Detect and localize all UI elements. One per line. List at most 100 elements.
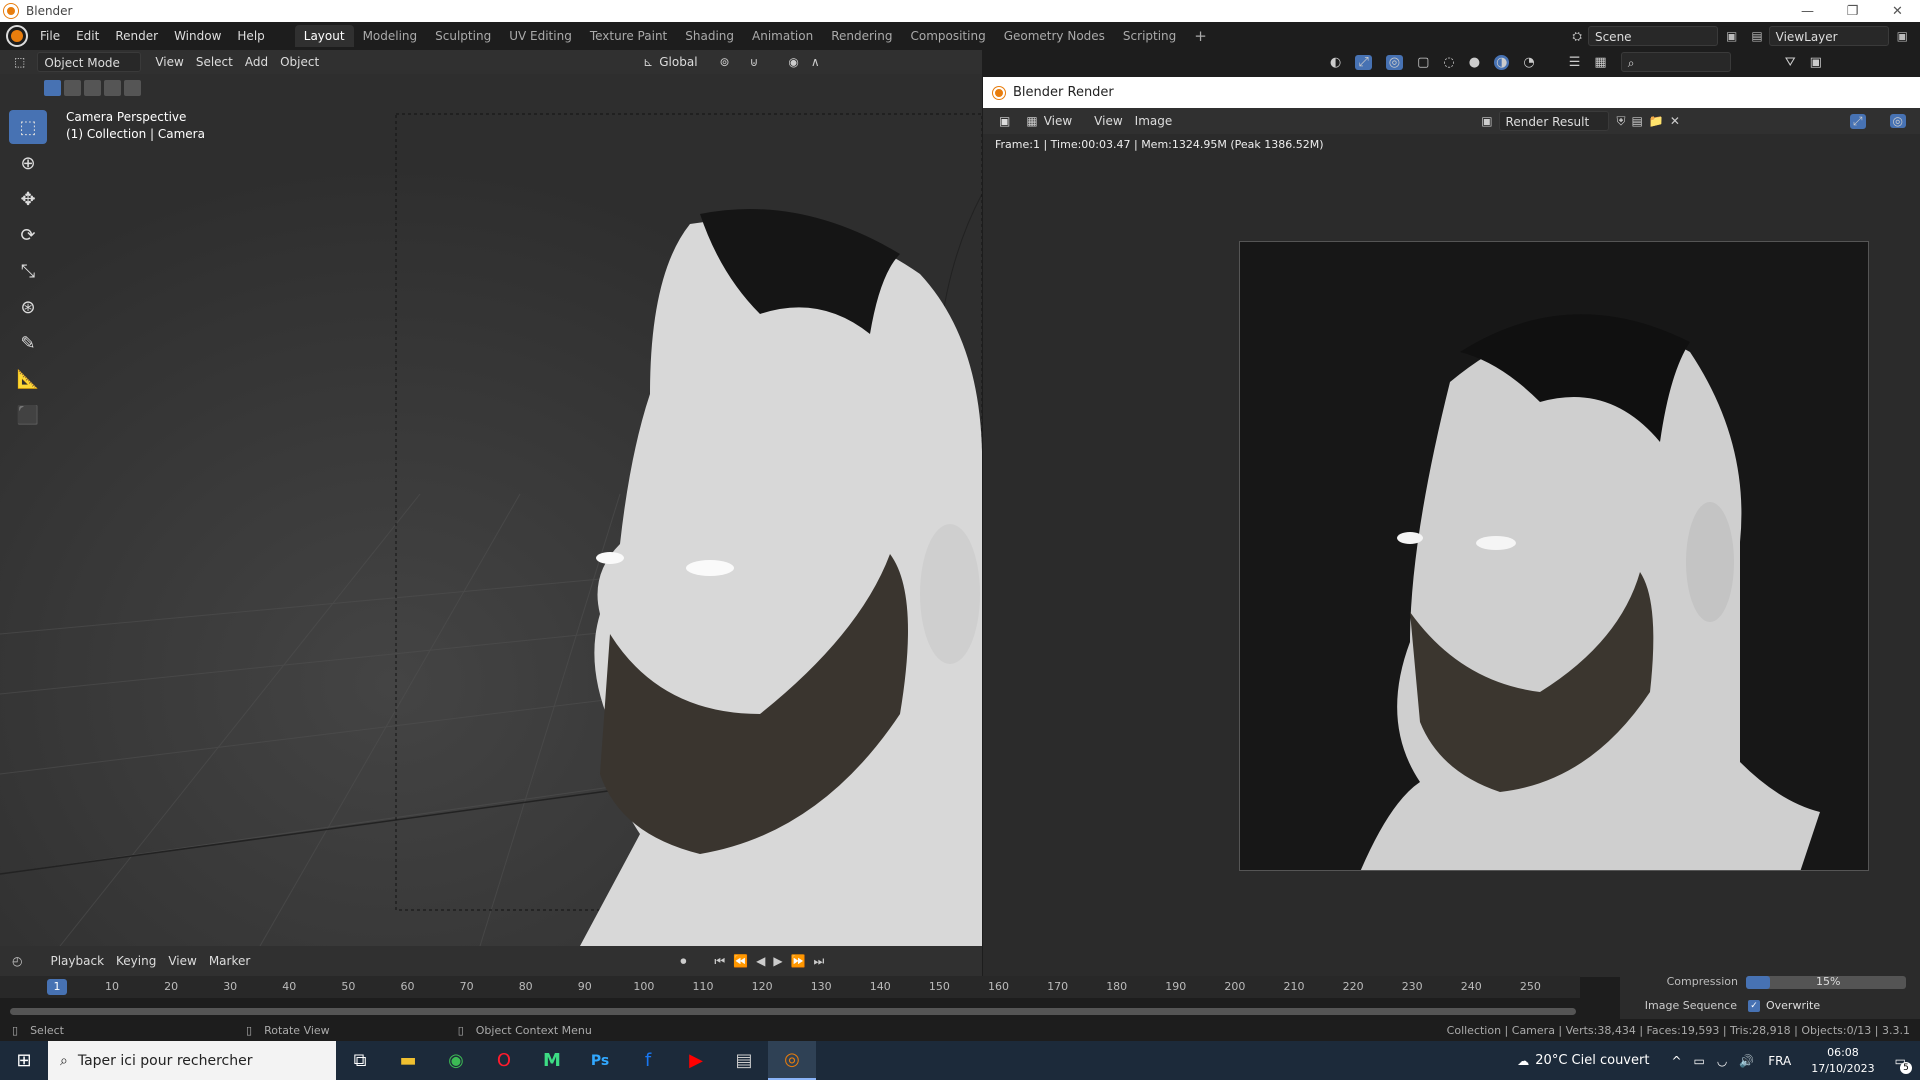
next-keyframe-icon[interactable]: ⏩ — [791, 954, 806, 968]
image-editor-type-icon[interactable]: ▣ — [993, 111, 1016, 131]
taskbar-clock[interactable]: 06:08 17/10/2023 — [1811, 1045, 1874, 1077]
filter-icon[interactable]: ⛛ — [1785, 55, 1796, 70]
volume-icon[interactable]: 🔊 — [1739, 1054, 1754, 1068]
render-result-selector[interactable]: Render Result — [1498, 111, 1609, 131]
timeline-scrollbar[interactable] — [10, 1008, 1576, 1015]
wireframe-shading-icon[interactable]: ◌ — [1443, 55, 1454, 70]
taskbar-weather[interactable]: 20°C Ciel couvert — [1535, 1053, 1649, 1068]
menu-select[interactable]: Select — [190, 52, 239, 72]
app-icon[interactable]: ▤ — [720, 1041, 768, 1080]
timeline-ruler[interactable]: 1 10 20 30 40 50 60 70 80 90 100 110 120 130 140 150 16… — [0, 976, 1580, 998]
display-mode-dropdown-icon[interactable]: ▦ — [1026, 114, 1037, 128]
object-mode-dropdown[interactable]: Object Mode — [37, 52, 142, 72]
menu-render[interactable]: Render — [107, 22, 166, 50]
scale-tool-icon[interactable]: ⤡ — [9, 254, 47, 288]
tab-animation[interactable]: Animation — [743, 25, 822, 47]
3d-viewport[interactable]: Camera Perspective (1) Collection | Came… — [0, 74, 982, 946]
menu-object[interactable]: Object — [274, 52, 325, 72]
timeline-editor-icon[interactable]: ◴ — [12, 954, 22, 968]
tab-sculpting[interactable]: Sculpting — [426, 25, 500, 47]
menu-help[interactable]: Help — [229, 22, 272, 50]
select-invert-icon[interactable] — [104, 80, 121, 96]
menu-add[interactable]: Add — [239, 52, 274, 72]
material-shading-icon[interactable]: ◑ — [1494, 54, 1510, 70]
tab-layout[interactable]: Layout — [294, 25, 354, 47]
jump-start-icon[interactable]: ⏮ — [714, 954, 725, 969]
file-explorer-icon[interactable]: ▬ — [384, 1041, 432, 1080]
overwrite-checkbox[interactable]: ✓ — [1748, 1000, 1760, 1012]
prev-keyframe-icon[interactable]: ⏪ — [733, 954, 748, 968]
transform-orientation-dropdown[interactable]: Global — [653, 52, 703, 72]
outliner-filter-icon[interactable]: ☰ — [1569, 55, 1581, 70]
playhead[interactable]: 1 — [47, 979, 67, 995]
task-view-icon[interactable]: ⧉ — [336, 1041, 384, 1080]
scene-selector[interactable]: Scene — [1587, 26, 1718, 46]
menu-image[interactable]: Image — [1129, 111, 1179, 131]
display-mode-icon[interactable]: ▦ — [1594, 55, 1606, 70]
menu-keying[interactable]: Keying — [110, 951, 162, 971]
editor-type-icon[interactable]: ⬚ — [8, 52, 31, 72]
menu-playback[interactable]: Playback — [44, 951, 110, 971]
select-intersect-icon[interactable] — [124, 80, 141, 96]
image-gizmo-icon[interactable]: ⤢ — [1849, 113, 1866, 129]
tab-shading[interactable]: Shading — [676, 25, 743, 47]
menu-view[interactable]: View — [1088, 111, 1128, 131]
malwarebytes-icon[interactable]: M — [528, 1041, 576, 1080]
select-mode-buttons[interactable] — [44, 80, 141, 96]
minimize-button[interactable]: — — [1785, 0, 1830, 22]
pivot-icon[interactable]: ⊚ — [720, 55, 730, 69]
new-scene-icon[interactable]: ▣ — [1726, 29, 1737, 43]
visibility-icon[interactable]: ◐ — [1330, 55, 1341, 70]
add-workspace-button[interactable]: + — [1185, 25, 1216, 47]
cursor-tool-icon[interactable]: ⊕ — [9, 146, 47, 180]
network-icon[interactable]: ◡ — [1717, 1054, 1727, 1068]
open-image-icon[interactable]: 📁 — [1649, 114, 1664, 128]
select-box-tool-icon[interactable]: ⬚ — [9, 110, 47, 144]
tab-modeling[interactable]: Modeling — [354, 25, 427, 47]
menu-view-mode[interactable]: View — [1038, 111, 1078, 131]
annotate-tool-icon[interactable]: ✎ — [9, 326, 47, 360]
transform-tool-icon[interactable]: ⊛ — [9, 290, 47, 324]
tab-compositing[interactable]: Compositing — [901, 25, 994, 47]
menu-marker[interactable]: Marker — [203, 951, 256, 971]
blender-taskbar-icon[interactable]: ◎ — [768, 1041, 816, 1080]
play-reverse-icon[interactable]: ◀ — [756, 954, 765, 968]
proportional-edit-icon[interactable]: ◉ — [788, 55, 798, 69]
notification-icon[interactable]: ▭ 5 — [1895, 1054, 1912, 1074]
solid-shading-icon[interactable]: ● — [1469, 55, 1480, 70]
tab-geometry-nodes[interactable]: Geometry Nodes — [995, 25, 1114, 47]
select-subtract-icon[interactable] — [84, 80, 101, 96]
overlay-icon[interactable]: ◎ — [1385, 54, 1404, 70]
rendered-shading-icon[interactable]: ◔ — [1523, 55, 1534, 70]
taskbar-search[interactable]: ⌕ Taper ici pour rechercher — [48, 1041, 336, 1080]
tab-scripting[interactable]: Scripting — [1114, 25, 1185, 47]
chrome-icon[interactable]: ◉ — [432, 1041, 480, 1080]
add-cube-tool-icon[interactable]: ⬛ — [9, 398, 47, 432]
menu-window[interactable]: Window — [166, 22, 229, 50]
close-button[interactable]: ✕ — [1875, 0, 1920, 22]
outliner-search-input[interactable]: ⌕ — [1620, 52, 1731, 72]
snap-icon[interactable]: ⊍ — [750, 55, 759, 69]
tab-texture-paint[interactable]: Texture Paint — [581, 25, 676, 47]
new-image-icon[interactable]: ▤ — [1632, 114, 1643, 128]
restore-button[interactable]: ❐ — [1830, 0, 1875, 22]
tray-device-icon[interactable]: ▭ — [1694, 1054, 1705, 1068]
new-collection-icon[interactable]: ▣ — [1810, 55, 1822, 70]
image-overlay-icon[interactable]: ◎ — [1889, 114, 1906, 128]
opera-icon[interactable]: O — [480, 1041, 528, 1080]
menu-edit[interactable]: Edit — [68, 22, 107, 50]
select-extend-icon[interactable] — [64, 80, 81, 96]
measure-tool-icon[interactable]: 📐 — [9, 362, 47, 396]
fake-user-icon[interactable]: ⛨ — [1617, 114, 1626, 129]
tab-uv-editing[interactable]: UV Editing — [500, 25, 581, 47]
gizmo-icon[interactable]: ⤢ — [1355, 54, 1372, 70]
tray-chevron-icon[interactable]: ^ — [1671, 1054, 1681, 1068]
youtube-icon[interactable]: ▶ — [672, 1041, 720, 1080]
windows-start-icon[interactable]: ⊞ — [0, 1041, 48, 1080]
new-view-layer-icon[interactable]: ▣ — [1897, 29, 1908, 43]
select-new-icon[interactable] — [44, 80, 61, 96]
jump-end-icon[interactable]: ⏭ — [814, 954, 825, 969]
photoshop-icon[interactable]: Ps — [576, 1041, 624, 1080]
menu-view[interactable]: View — [149, 52, 189, 72]
view-layer-selector[interactable]: ViewLayer — [1768, 26, 1889, 46]
